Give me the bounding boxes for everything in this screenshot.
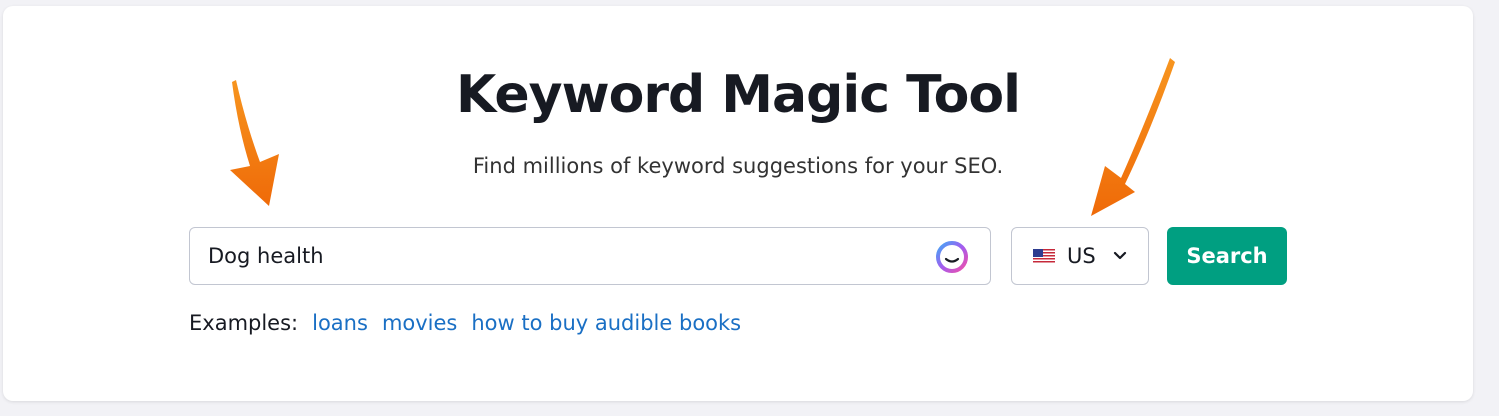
page-title: Keyword Magic Tool — [456, 65, 1021, 125]
examples-label: Examples: — [189, 311, 299, 335]
keyword-search-input[interactable]: Dog health — [189, 227, 991, 285]
keyword-tool-card: Keyword Magic Tool Find millions of keyw… — [3, 6, 1473, 401]
keyword-input-value[interactable]: Dog health — [208, 228, 324, 284]
ai-assistant-icon[interactable] — [934, 239, 970, 275]
search-button[interactable]: Search — [1167, 227, 1287, 285]
page-subtitle: Find millions of keyword suggestions for… — [472, 154, 1004, 178]
example-link-movies[interactable]: movies — [382, 311, 457, 335]
example-link-loans[interactable]: loans — [312, 311, 368, 335]
example-link-audible-books[interactable]: how to buy audible books — [471, 311, 741, 335]
chevron-down-icon — [1113, 251, 1127, 260]
database-select[interactable]: US — [1011, 227, 1149, 285]
us-flag-icon — [1033, 249, 1055, 264]
database-label: US — [1067, 244, 1096, 268]
examples-row: Examples: loans movies how to buy audible b… — [189, 308, 755, 338]
